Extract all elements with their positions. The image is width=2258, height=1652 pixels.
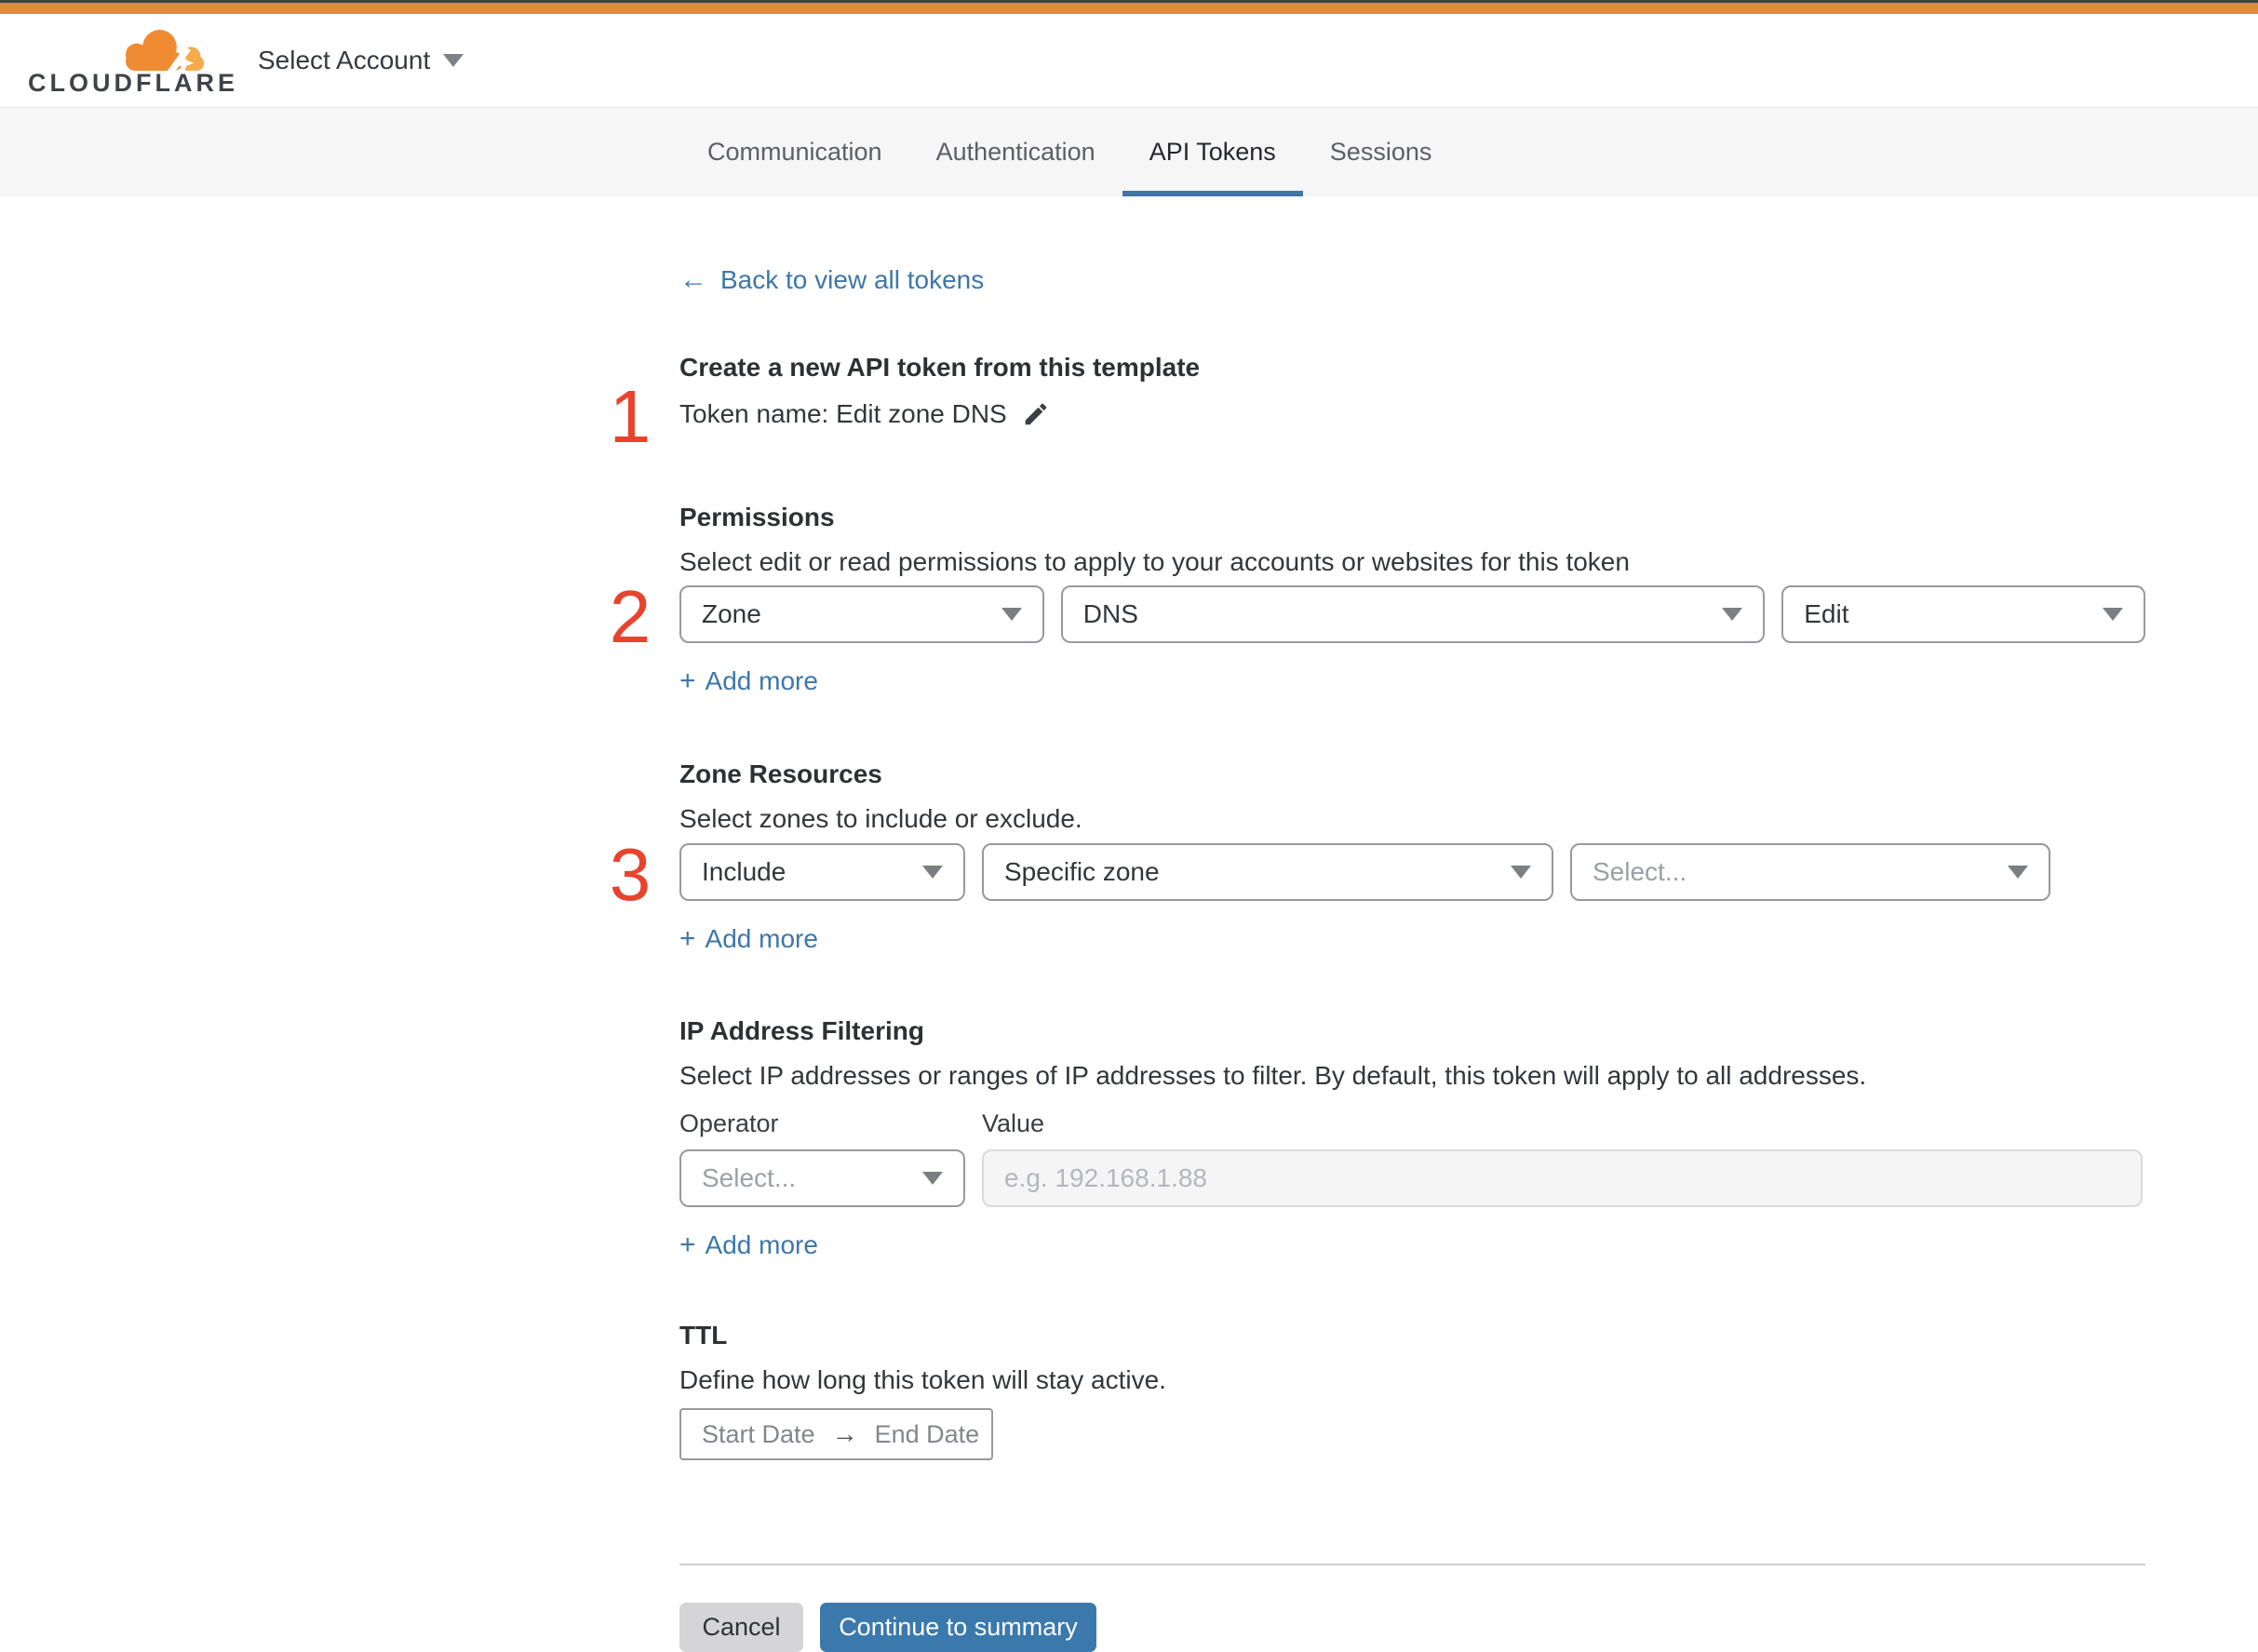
value-label: Value — [982, 1109, 1045, 1137]
zone-resources-title: Zone Resources — [679, 759, 882, 788]
chevron-down-icon — [1511, 866, 1531, 879]
zone-include-value: Include — [702, 857, 786, 886]
chevron-down-icon — [922, 866, 943, 879]
add-more-label: Add more — [705, 666, 818, 695]
token-template-form: 1 2 3 ← Back to view all tokens Create a… — [610, 196, 2146, 1652]
back-arrow-icon: ← — [679, 264, 707, 295]
tab-authentication[interactable]: Authentication — [909, 108, 1122, 196]
permissions-title: Permissions — [679, 503, 835, 531]
chevron-down-icon — [922, 1172, 943, 1185]
footer-divider — [679, 1564, 2145, 1565]
ip-filtering-row: Select... — [679, 1149, 2145, 1207]
end-date-placeholder: End Date — [874, 1419, 980, 1448]
zone-picker-placeholder: Select... — [1593, 857, 1687, 886]
back-to-tokens-link[interactable]: ← Back to view all tokens — [679, 264, 984, 296]
permission-level-select[interactable]: Edit — [1781, 585, 2146, 643]
chevron-down-icon — [1722, 608, 1743, 621]
token-name-line: Token name: Edit zone DNS — [679, 398, 2145, 430]
plus-icon: + — [679, 665, 696, 696]
zone-type-value: Specific zone — [1004, 857, 1160, 886]
cloudflare-logo[interactable]: CLOUDFLARE — [28, 27, 235, 98]
account-selector[interactable]: Select Account — [258, 14, 464, 107]
tab-communication[interactable]: Communication — [680, 108, 909, 196]
plus-icon: + — [679, 1229, 696, 1260]
permission-scope-select[interactable]: Zone — [679, 585, 1044, 643]
add-more-label: Add more — [705, 1230, 818, 1259]
zone-include-select[interactable]: Include — [679, 843, 965, 901]
tab-api-tokens[interactable]: API Tokens — [1122, 108, 1303, 196]
back-link-label: Back to view all tokens — [720, 265, 985, 294]
logo-wordmark: CLOUDFLARE — [28, 69, 238, 97]
token-name-text: Token name: Edit zone DNS — [679, 399, 1007, 428]
continue-to-summary-button[interactable]: Continue to summary — [820, 1603, 1096, 1652]
account-selector-label: Select Account — [258, 46, 431, 74]
permission-group-value: DNS — [1082, 599, 1138, 628]
page-title: Create a new API token from this templat… — [679, 353, 1201, 382]
start-date-placeholder: Start Date — [702, 1419, 815, 1448]
edit-pencil-icon[interactable] — [1022, 400, 1050, 428]
add-more-label: Add more — [705, 924, 818, 953]
ttl-description: Define how long this token will stay act… — [679, 1365, 1166, 1394]
permissions-description: Select edit or read permissions to apply… — [679, 547, 1630, 576]
step-number-2: 2 — [609, 575, 652, 658]
ip-filtering-add-more-link[interactable]: + Add more — [679, 1229, 818, 1261]
cloudflare-cloud-icon — [125, 30, 205, 74]
step-number-1: 1 — [609, 375, 652, 458]
ip-value-input[interactable] — [982, 1149, 2143, 1207]
zone-picker-select[interactable]: Select... — [1570, 843, 2050, 901]
zone-resources-row: Include Specific zone Select... — [679, 843, 2145, 901]
top-orange-bar — [0, 3, 2258, 14]
operator-label: Operator — [679, 1109, 779, 1137]
ip-operator-select[interactable]: Select... — [679, 1149, 965, 1207]
chevron-down-icon — [443, 54, 464, 67]
arrow-right-icon: → — [831, 1419, 858, 1448]
zone-type-select[interactable]: Specific zone — [982, 843, 1553, 901]
ttl-title: TTL — [679, 1321, 728, 1350]
step-number-3: 3 — [609, 833, 652, 916]
permission-group-select[interactable]: DNS — [1060, 585, 1766, 643]
ip-filtering-labels: Operator Value — [679, 1110, 2145, 1136]
chevron-down-icon — [1001, 608, 1022, 621]
chevron-down-icon — [2103, 608, 2124, 621]
ip-filtering-description: Select IP addresses or ranges of IP addr… — [679, 1061, 1867, 1090]
header: CLOUDFLARE Select Account — [0, 14, 2258, 107]
cancel-button[interactable]: Cancel — [679, 1603, 803, 1652]
permissions-row: Zone DNS Edit — [679, 585, 2146, 643]
zone-resources-add-more-link[interactable]: + Add more — [679, 923, 818, 955]
plus-icon: + — [679, 923, 696, 954]
ip-filtering-title: IP Address Filtering — [679, 1016, 924, 1045]
zone-resources-description: Select zones to include or exclude. — [679, 804, 1082, 833]
ip-operator-placeholder: Select... — [702, 1163, 797, 1192]
tab-bar: Communication Authentication API Tokens … — [0, 107, 2258, 196]
chevron-down-icon — [2008, 866, 2028, 879]
permission-scope-value: Zone — [702, 599, 761, 628]
footer-actions: Cancel Continue to summary — [679, 1603, 2145, 1652]
permissions-add-more-link[interactable]: + Add more — [679, 665, 818, 697]
ttl-date-range-picker[interactable]: Start Date → End Date — [679, 1408, 993, 1460]
permission-level-value: Edit — [1804, 599, 1849, 628]
tab-sessions[interactable]: Sessions — [1303, 108, 1459, 196]
